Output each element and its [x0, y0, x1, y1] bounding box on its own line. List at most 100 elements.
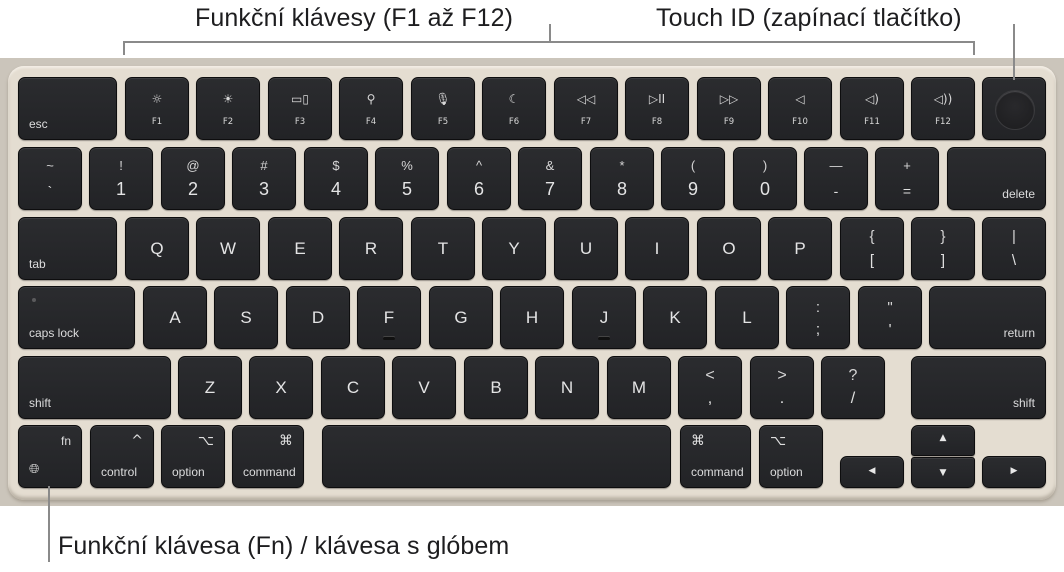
- key-f8[interactable]: ▷II F8: [625, 77, 689, 140]
- key-number-7[interactable]: & 7: [518, 147, 582, 210]
- key-punct-1[interactable]: " ': [858, 286, 922, 349]
- key-number-2[interactable]: @2: [161, 147, 225, 210]
- key-letter: G: [454, 307, 468, 327]
- key-control-left[interactable]: ^ control: [90, 425, 154, 488]
- key-s[interactable]: S: [214, 286, 278, 349]
- key-letter: C: [346, 377, 360, 397]
- key-m[interactable]: M: [607, 356, 671, 419]
- key-shift-symbol: {: [869, 228, 875, 245]
- key-a[interactable]: A: [143, 286, 207, 349]
- key-number-12[interactable]: + =: [875, 147, 939, 210]
- key-punct-shift-1[interactable]: >.: [750, 356, 814, 419]
- key-number-0[interactable]: ~ `: [18, 147, 82, 210]
- key-u[interactable]: U: [554, 217, 618, 280]
- key-main-symbol: 3: [258, 179, 269, 199]
- key-letter: S: [240, 307, 252, 327]
- key-q[interactable]: Q: [125, 217, 189, 280]
- key-e[interactable]: E: [268, 217, 332, 280]
- key-punct-0[interactable]: :;: [786, 286, 850, 349]
- key-arrow-down[interactable]: ▼: [911, 457, 975, 488]
- key-label: F6: [508, 117, 520, 127]
- key-number-10[interactable]: ) 0: [733, 147, 797, 210]
- key-touch-id[interactable]: [982, 77, 1046, 140]
- key-n[interactable]: N: [535, 356, 599, 419]
- key-f4[interactable]: ⚲ F4: [339, 77, 403, 140]
- key-delete[interactable]: delete: [947, 147, 1046, 210]
- key-main-symbol: \: [1011, 252, 1017, 269]
- key-v[interactable]: V: [392, 356, 456, 419]
- key-f5[interactable]: 🎙︎ F5: [411, 77, 475, 140]
- key-main-symbol: 1: [115, 179, 126, 199]
- key-f7[interactable]: ◁◁ F7: [554, 77, 618, 140]
- key-i[interactable]: I: [625, 217, 689, 280]
- key-number-1[interactable]: ! 1: [89, 147, 153, 210]
- key-k[interactable]: K: [643, 286, 707, 349]
- key-fn-globe[interactable]: fn 🌐︎: [18, 425, 82, 488]
- key-option-right[interactable]: ⌥ option: [759, 425, 823, 488]
- key-number-3[interactable]: #3: [232, 147, 296, 210]
- key-bracket-right[interactable]: }]: [911, 217, 975, 280]
- key-arrow-left[interactable]: ◀: [840, 456, 904, 488]
- key-number-9[interactable]: (9: [661, 147, 725, 210]
- key-f9[interactable]: ▷▷ F9: [697, 77, 761, 140]
- callout-touch-id: Touch ID (zapínací tlačítko): [656, 4, 962, 32]
- key-letter: M: [631, 377, 647, 397]
- key-bracket-left[interactable]: {[: [840, 217, 904, 280]
- key-letter: A: [169, 307, 181, 327]
- key-shift-left[interactable]: shift: [18, 356, 171, 419]
- key-letter: H: [525, 307, 539, 327]
- key-letter: I: [654, 238, 660, 258]
- key-tab[interactable]: tab: [18, 217, 117, 280]
- key-number-4[interactable]: $4: [304, 147, 368, 210]
- key-c[interactable]: C: [321, 356, 385, 419]
- key-f2[interactable]: ☀ F2: [196, 77, 260, 140]
- key-l[interactable]: L: [715, 286, 779, 349]
- key-b[interactable]: B: [464, 356, 528, 419]
- key-r[interactable]: R: [339, 217, 403, 280]
- key-label: F10: [792, 117, 808, 127]
- key-number-8[interactable]: * 8: [590, 147, 654, 210]
- key-letter: O: [722, 238, 736, 258]
- key-command-left[interactable]: ⌘ command: [232, 425, 304, 488]
- key-g[interactable]: G: [429, 286, 493, 349]
- key-w[interactable]: W: [196, 217, 260, 280]
- mute-icon: ◁: [795, 92, 805, 106]
- key-f6[interactable]: ☾ F6: [482, 77, 546, 140]
- key-t[interactable]: T: [411, 217, 475, 280]
- key-command-right[interactable]: ⌘ command: [680, 425, 751, 488]
- key-y[interactable]: Y: [482, 217, 546, 280]
- key-d[interactable]: D: [286, 286, 350, 349]
- key-arrow-up[interactable]: ▲: [911, 425, 975, 456]
- key-space[interactable]: [322, 425, 671, 488]
- key-number-6[interactable]: ^ 6: [447, 147, 511, 210]
- key-j[interactable]: J: [572, 286, 636, 349]
- key-shift-right[interactable]: shift: [911, 356, 1046, 419]
- key-return[interactable]: return: [929, 286, 1046, 349]
- key-p[interactable]: P: [768, 217, 832, 280]
- key-main-symbol: /: [850, 390, 856, 407]
- key-z[interactable]: Z: [178, 356, 242, 419]
- key-f3[interactable]: ▭▯ F3: [268, 77, 332, 140]
- key-caps-lock[interactable]: caps lock: [18, 286, 135, 349]
- touch-id-icon: [995, 89, 1035, 130]
- key-h[interactable]: H: [500, 286, 564, 349]
- key-arrow-right[interactable]: ▶: [982, 456, 1046, 488]
- key-label: F5: [437, 117, 449, 127]
- key-number-5[interactable]: % 5: [375, 147, 439, 210]
- key-f[interactable]: F: [357, 286, 421, 349]
- key-f1[interactable]: ☼ F1: [125, 77, 189, 140]
- key-punct-shift-0[interactable]: <,: [678, 356, 742, 419]
- key-f12[interactable]: ◁)) F12: [911, 77, 975, 140]
- key-esc[interactable]: esc: [18, 77, 117, 140]
- key-x[interactable]: X: [249, 356, 313, 419]
- volume-down-icon: ◁): [865, 92, 879, 106]
- home-key-bump: [383, 337, 395, 340]
- key-main-symbol: [: [869, 252, 875, 269]
- key-f11[interactable]: ◁) F11: [840, 77, 904, 140]
- key-punct-shift-2[interactable]: ? /: [821, 356, 885, 419]
- key-o[interactable]: O: [697, 217, 761, 280]
- key-number-11[interactable]: — -: [804, 147, 868, 210]
- key-f10[interactable]: ◁ F10: [768, 77, 832, 140]
- key-option-left[interactable]: ⌥ option: [161, 425, 225, 488]
- key-backslash[interactable]: | \: [982, 217, 1046, 280]
